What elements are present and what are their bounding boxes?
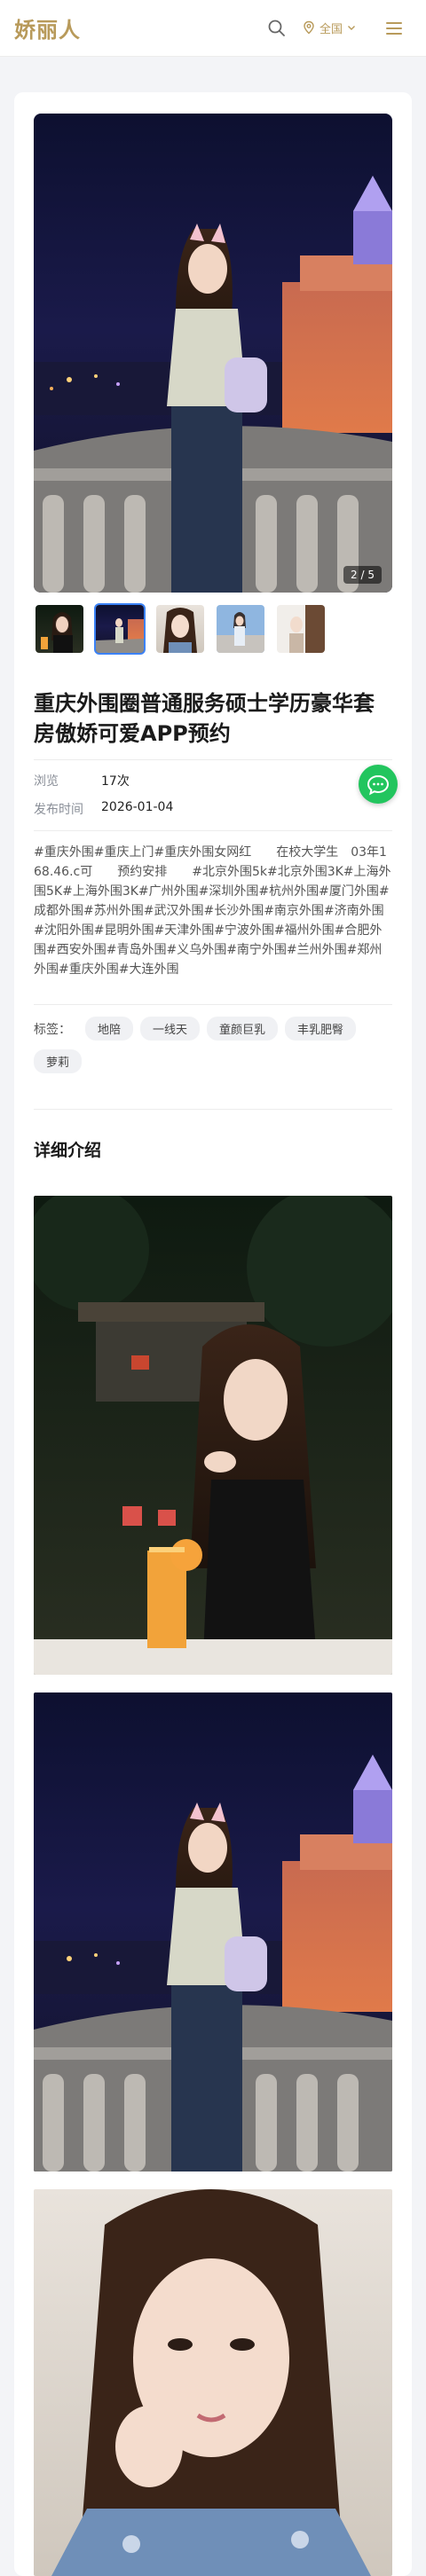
location-selector[interactable]: 全国 [302,16,357,39]
menu-button[interactable] [383,18,405,39]
views-row: 浏览 17次 [34,772,130,789]
photo-forest-drink [34,1196,392,1675]
post-description: #重庆外围#重庆上门#重庆外围女网红 在校大学生 03年168.46.c可 预约… [34,845,391,977]
tag-chip[interactable]: 萝莉 [34,1049,83,1073]
tag-chip[interactable]: 地陪 [85,1017,134,1041]
views-label: 浏览 [34,774,59,789]
tag-chip[interactable]: 童颜巨乳 [207,1017,279,1041]
detail-section-title: 详细介绍 [34,1141,102,1160]
thumbnail-1[interactable] [34,603,85,655]
divider [34,1004,392,1005]
search-button[interactable] [266,18,288,39]
gallery-main-image[interactable]: 2 / 5 [34,114,392,593]
top-bar: 娇丽人 全国 [0,0,426,57]
chat-bubble-icon [367,774,390,796]
divider [34,1109,392,1110]
tag-chip[interactable]: 一线天 [140,1017,201,1041]
search-icon [268,20,285,36]
location-label: 全国 [320,22,343,36]
divider [34,759,392,760]
thumbnail-3[interactable] [154,603,206,655]
post-title: 重庆外围圈普通服务硕士学历豪华套房傲娇可爱APP预约 [34,691,375,746]
thumbnail-4[interactable] [215,603,266,655]
thumbnail-2[interactable] [94,603,146,655]
photo-portrait [34,2189,392,2576]
photo-night-castle [34,1692,392,2172]
chat-button[interactable] [359,765,398,804]
thumb-photo-outdoor [217,605,264,653]
post-card: 2 / 5 重庆外围圈普通服务硕士学历豪华套房傲娇可爱APP预约 浏览 17次 … [14,92,412,2576]
tags-label: 标签： [34,1022,71,1037]
menu-icon [386,22,402,35]
detail-image-1[interactable] [34,1196,392,1675]
gallery-thumbnails [34,603,327,655]
detail-image-3[interactable] [34,2189,392,2576]
image-counter: 2 / 5 [343,566,382,584]
date-row: 发布时间 2026-01-04 [34,800,173,818]
date-value: 2026-01-04 [101,800,174,814]
thumb-photo-room [277,605,325,653]
chevron-down-icon [348,26,356,30]
site-logo[interactable]: 娇丽人 [14,12,81,43]
thumb-photo-portrait [156,605,204,653]
thumbnail-5[interactable] [275,603,327,655]
tag-chip[interactable]: 丰乳肥臀 [285,1017,357,1041]
views-value: 17次 [101,774,130,789]
detail-image-2[interactable] [34,1692,392,2172]
divider [34,830,392,831]
date-label: 发布时间 [34,803,83,817]
tag-list: 标签： 地陪 一线天 童颜巨乳 丰乳肥臀 萝莉 [34,1017,392,1073]
thumb-photo-castle [96,605,144,653]
location-pin-icon [304,20,314,35]
photo-night-castle [34,114,392,593]
thumb-photo-forest [36,605,83,653]
